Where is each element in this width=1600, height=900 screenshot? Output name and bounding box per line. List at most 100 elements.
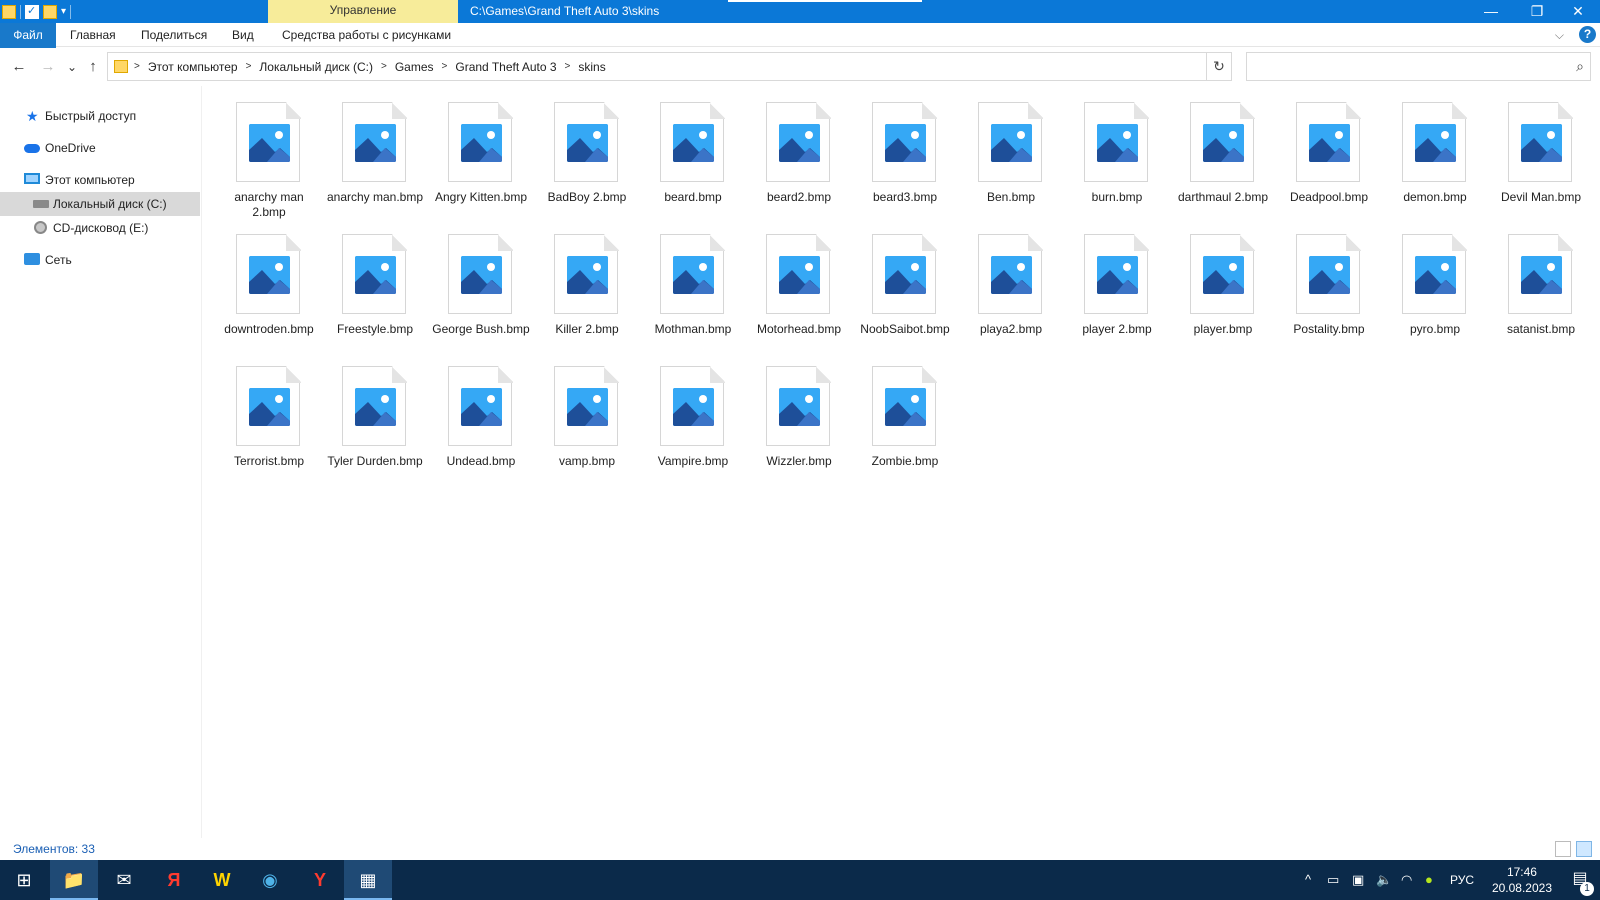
file-item[interactable]: vamp.bmp — [537, 360, 637, 485]
file-name: Undead.bmp — [446, 454, 516, 468]
file-item[interactable]: downtroden.bmp — [219, 228, 319, 353]
breadcrumb-separator[interactable]: > — [379, 61, 389, 72]
file-item[interactable]: beard3.bmp — [855, 96, 955, 221]
file-item[interactable]: Deadpool.bmp — [1279, 96, 1379, 221]
file-item[interactable]: burn.bmp — [1067, 96, 1167, 221]
ribbon-expand-icon[interactable]: ⌵ — [1555, 28, 1564, 43]
forward-button[interactable]: → — [37, 57, 59, 77]
file-item[interactable]: Motorhead.bmp — [749, 228, 849, 353]
app-w-icon[interactable]: W — [198, 860, 246, 900]
volume-muted-icon[interactable]: 🔈 — [1376, 860, 1392, 900]
game-icon[interactable]: ▦ — [344, 860, 392, 900]
language-indicator[interactable]: РУС — [1450, 860, 1474, 900]
tab-picture-tools[interactable]: Средства работы с рисунками — [282, 23, 451, 47]
sidebar-item-label: Этот компьютер — [45, 173, 135, 187]
file-item[interactable]: pyro.bmp — [1385, 228, 1485, 353]
file-item[interactable]: Freestyle.bmp — [325, 228, 425, 353]
file-explorer-icon[interactable]: 📁 — [50, 860, 98, 900]
file-item[interactable]: Undead.bmp — [431, 360, 531, 485]
address-bar[interactable]: > Этот компьютер > Локальный диск (C:) >… — [107, 52, 1295, 81]
image-file-icon — [1415, 256, 1456, 294]
breadcrumb-games[interactable]: Games — [389, 60, 440, 74]
file-item[interactable]: beard2.bmp — [749, 96, 849, 221]
details-view-icon[interactable] — [1555, 841, 1571, 857]
file-item[interactable]: Killer 2.bmp — [537, 228, 637, 353]
file-name: Freestyle.bmp — [336, 322, 414, 336]
qat-separator — [20, 4, 21, 19]
file-item[interactable]: playa2.bmp — [961, 228, 1061, 353]
file-item[interactable]: NoobSaibot.bmp — [855, 228, 955, 353]
search-input[interactable]: ⌕ — [1246, 52, 1591, 81]
file-item[interactable]: George Bush.bmp — [431, 228, 531, 353]
sidebar-item-local-disk[interactable]: Локальный диск (C:) — [0, 192, 200, 216]
mail-icon[interactable]: ✉ — [100, 860, 148, 900]
wifi-icon[interactable]: ◠ — [1401, 860, 1412, 900]
image-file-icon — [779, 256, 820, 294]
security-icon[interactable]: ● — [1425, 860, 1433, 900]
breadcrumb-this-pc[interactable]: Этот компьютер — [142, 60, 244, 74]
tab-home[interactable]: Главная — [70, 23, 116, 47]
file-item[interactable]: Ben.bmp — [961, 96, 1061, 221]
file-item[interactable]: beard.bmp — [643, 96, 743, 221]
yandex-icon[interactable]: Я — [150, 860, 198, 900]
sidebar-item-network[interactable]: Сеть — [0, 248, 200, 272]
file-item[interactable]: demon.bmp — [1385, 96, 1485, 221]
file-item[interactable]: Tyler Durden.bmp — [325, 360, 425, 485]
device-icon[interactable]: ▣ — [1352, 860, 1364, 900]
file-name: vamp.bmp — [558, 454, 616, 468]
page-corner-icon — [816, 102, 831, 119]
new-folder-icon[interactable] — [43, 4, 57, 19]
taskbar: ⊞ 📁 ✉ Я W ◉ Y ▦ ^ ▭ ▣ 🔈 ◠ ● РУС 17:46 20… — [0, 860, 1600, 900]
sidebar-item-quick-access[interactable]: ★ Быстрый доступ — [0, 104, 200, 128]
search-icon[interactable]: ⌕ — [1576, 58, 1584, 75]
file-item[interactable]: darthmaul 2.bmp — [1173, 96, 1273, 221]
file-item[interactable]: player 2.bmp — [1067, 228, 1167, 353]
properties-icon[interactable] — [25, 4, 39, 19]
file-item[interactable]: Postality.bmp — [1279, 228, 1379, 353]
sidebar-item-onedrive[interactable]: OneDrive — [0, 136, 200, 160]
app-globe-icon[interactable]: ◉ — [246, 860, 294, 900]
yandex-browser-icon[interactable]: Y — [296, 860, 344, 900]
help-icon[interactable]: ? — [1579, 26, 1596, 43]
tab-view[interactable]: Вид — [232, 23, 254, 47]
file-item[interactable]: Devil Man.bmp — [1491, 96, 1591, 221]
image-file-icon — [249, 256, 290, 294]
refresh-button[interactable]: ↻ — [1206, 52, 1232, 81]
file-item[interactable]: Wizzler.bmp — [749, 360, 849, 485]
battery-icon[interactable]: ▭ — [1327, 860, 1339, 900]
file-item[interactable]: Zombie.bmp — [855, 360, 955, 485]
file-item[interactable]: Angry Kitten.bmp — [431, 96, 531, 221]
file-item[interactable]: Terrorist.bmp — [219, 360, 319, 485]
minimize-button[interactable]: — — [1468, 0, 1514, 23]
file-item[interactable]: Vampire.bmp — [643, 360, 743, 485]
file-item[interactable]: satanist.bmp — [1491, 228, 1591, 353]
sidebar-item-cd-drive[interactable]: CD-дисковод (E:) — [0, 216, 200, 240]
breadcrumb-gta3[interactable]: Grand Theft Auto 3 — [449, 60, 562, 74]
large-icons-view-icon[interactable] — [1576, 841, 1592, 857]
manage-contextual-tab[interactable]: Управление — [268, 0, 458, 23]
show-hidden-icons-icon[interactable]: ^ — [1305, 860, 1311, 900]
file-name: Tyler Durden.bmp — [327, 454, 423, 468]
clock[interactable]: 17:46 20.08.2023 — [1492, 864, 1552, 896]
sidebar-item-this-pc[interactable]: Этот компьютер — [0, 168, 200, 192]
back-button[interactable]: ← — [8, 57, 30, 77]
file-item[interactable]: player.bmp — [1173, 228, 1273, 353]
image-file-icon — [1203, 124, 1244, 162]
breadcrumb-separator[interactable]: > — [440, 61, 450, 72]
recent-locations-button[interactable]: ⌄ — [61, 57, 83, 77]
restore-button[interactable]: ❐ — [1514, 0, 1560, 23]
close-button[interactable]: ✕ — [1556, 0, 1600, 23]
breadcrumb-separator[interactable]: > — [244, 61, 254, 72]
qat-dropdown-icon[interactable]: ▾ — [61, 6, 66, 17]
breadcrumb-skins[interactable]: skins — [572, 60, 611, 74]
file-item[interactable]: Mothman.bmp — [643, 228, 743, 353]
tab-share[interactable]: Поделиться — [141, 23, 207, 47]
breadcrumb-separator[interactable]: > — [132, 61, 142, 72]
file-item[interactable]: BadBoy 2.bmp — [537, 96, 637, 221]
up-button[interactable]: ↑ — [82, 57, 104, 77]
start-icon[interactable]: ⊞ — [0, 860, 48, 900]
breadcrumb-separator[interactable]: > — [563, 61, 573, 72]
file-item[interactable]: anarchy man 2.bmp — [219, 96, 319, 221]
breadcrumb-local-disk[interactable]: Локальный диск (C:) — [253, 60, 379, 74]
file-item[interactable]: anarchy man.bmp — [325, 96, 425, 221]
